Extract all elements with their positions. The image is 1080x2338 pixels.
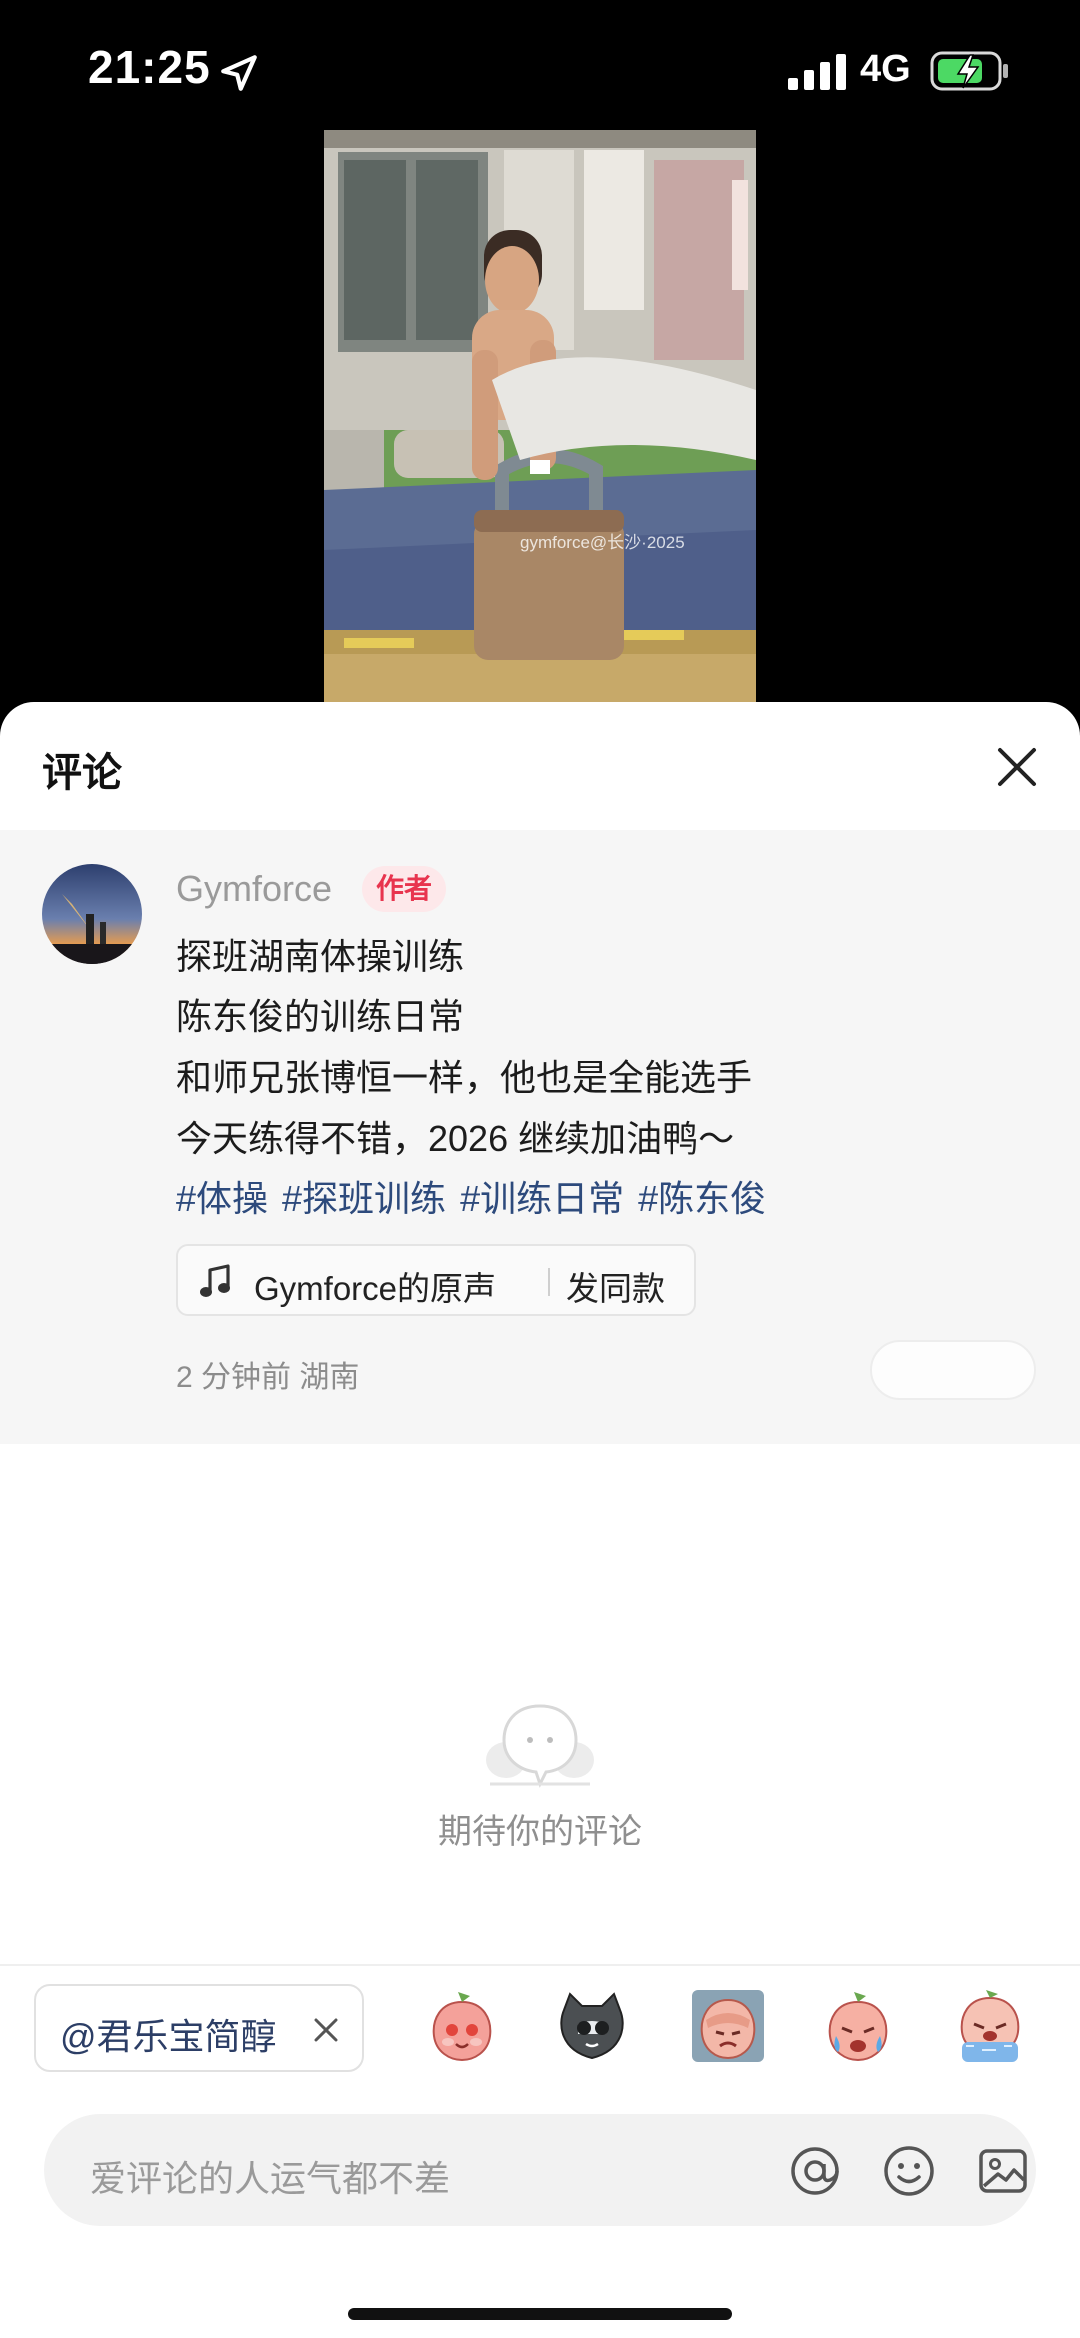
sheet-title: 评论 xyxy=(42,751,122,795)
crying-peach-emoji[interactable] xyxy=(820,1988,896,2064)
blushing-peach-emoji[interactable] xyxy=(424,1988,500,2064)
divider-line xyxy=(0,1964,1080,1966)
author-name[interactable]: Gymforce xyxy=(176,868,332,910)
status-time: 21:25 xyxy=(88,41,211,93)
hashtag-link[interactable]: #探班训练 xyxy=(282,1178,446,1219)
music-chip[interactable]: Gymforce的原声 发同款 xyxy=(176,1244,696,1316)
music-note-icon xyxy=(200,1264,230,1297)
avatar[interactable] xyxy=(42,864,142,964)
close-icon[interactable] xyxy=(312,2016,340,2044)
home-indicator xyxy=(348,2308,732,2320)
avatar-sunset-image xyxy=(42,864,142,964)
comment-input-placeholder: 爱评论的人运气都不差 xyxy=(90,2158,451,2199)
mention-chip-label: @君乐宝简醇 xyxy=(60,2016,277,2057)
use-same-sound-button[interactable]: 发同款 xyxy=(566,1262,665,1310)
post-meta: 2 分钟前 湖南 xyxy=(176,1361,360,1394)
signal-icon xyxy=(788,54,846,90)
video-watermark: gymforce@长沙·2025 xyxy=(520,533,685,552)
hashtag-link[interactable]: #训练日常 xyxy=(460,1178,624,1219)
post-text-line: 今天练得不错，2026 继续加油鸭～ xyxy=(176,1118,735,1159)
mention-chip[interactable]: @君乐宝简醇 xyxy=(34,1984,364,2072)
smiley-icon[interactable] xyxy=(882,2144,936,2198)
video-frame[interactable]: gymforce@长沙·2025 xyxy=(324,130,756,702)
image-icon[interactable] xyxy=(976,2144,1030,2198)
speech-bubble-icon xyxy=(486,1704,594,1788)
music-title: Gymforce的原声 xyxy=(254,1270,497,1307)
comment-sheet: 评论 Gymforce 作者 探班湖南体操训练 陈东俊的训练日常 和师兄张博恒一… xyxy=(0,702,1080,2338)
network-label: 4G xyxy=(860,48,911,90)
sunglasses-cat-emoji[interactable] xyxy=(554,1988,630,2064)
close-icon[interactable] xyxy=(994,744,1040,790)
hashtag-row: #体操 #探班训练 #训练日常 #陈东俊 xyxy=(176,1170,780,1222)
status-bar: 21:25 4G xyxy=(0,0,1080,130)
video-still-image xyxy=(324,130,756,702)
post-text-line: 和师兄张博恒一样，他也是全能选手 xyxy=(176,1057,753,1098)
post-text-line: 探班湖南体操训练 xyxy=(176,936,465,977)
author-badge: 作者 xyxy=(362,866,447,912)
at-icon[interactable] xyxy=(788,2144,842,2198)
hashtag-link[interactable]: #体操 xyxy=(176,1178,268,1219)
faint-pill xyxy=(870,1340,1036,1400)
facepalm-peach-emoji[interactable] xyxy=(690,1988,766,2064)
music-divider xyxy=(548,1268,550,1296)
post-text-line: 陈东俊的训练日常 xyxy=(176,996,465,1037)
battery-charging-icon xyxy=(930,51,1008,91)
location-arrow-icon xyxy=(221,55,257,91)
hashtag-link[interactable]: #陈东俊 xyxy=(638,1178,766,1219)
comment-input[interactable]: 爱评论的人运气都不差 xyxy=(44,2114,1036,2226)
empty-comment-text: 期待你的评论 xyxy=(438,1813,642,1851)
sobbing-peach-emoji[interactable] xyxy=(952,1988,1028,2064)
